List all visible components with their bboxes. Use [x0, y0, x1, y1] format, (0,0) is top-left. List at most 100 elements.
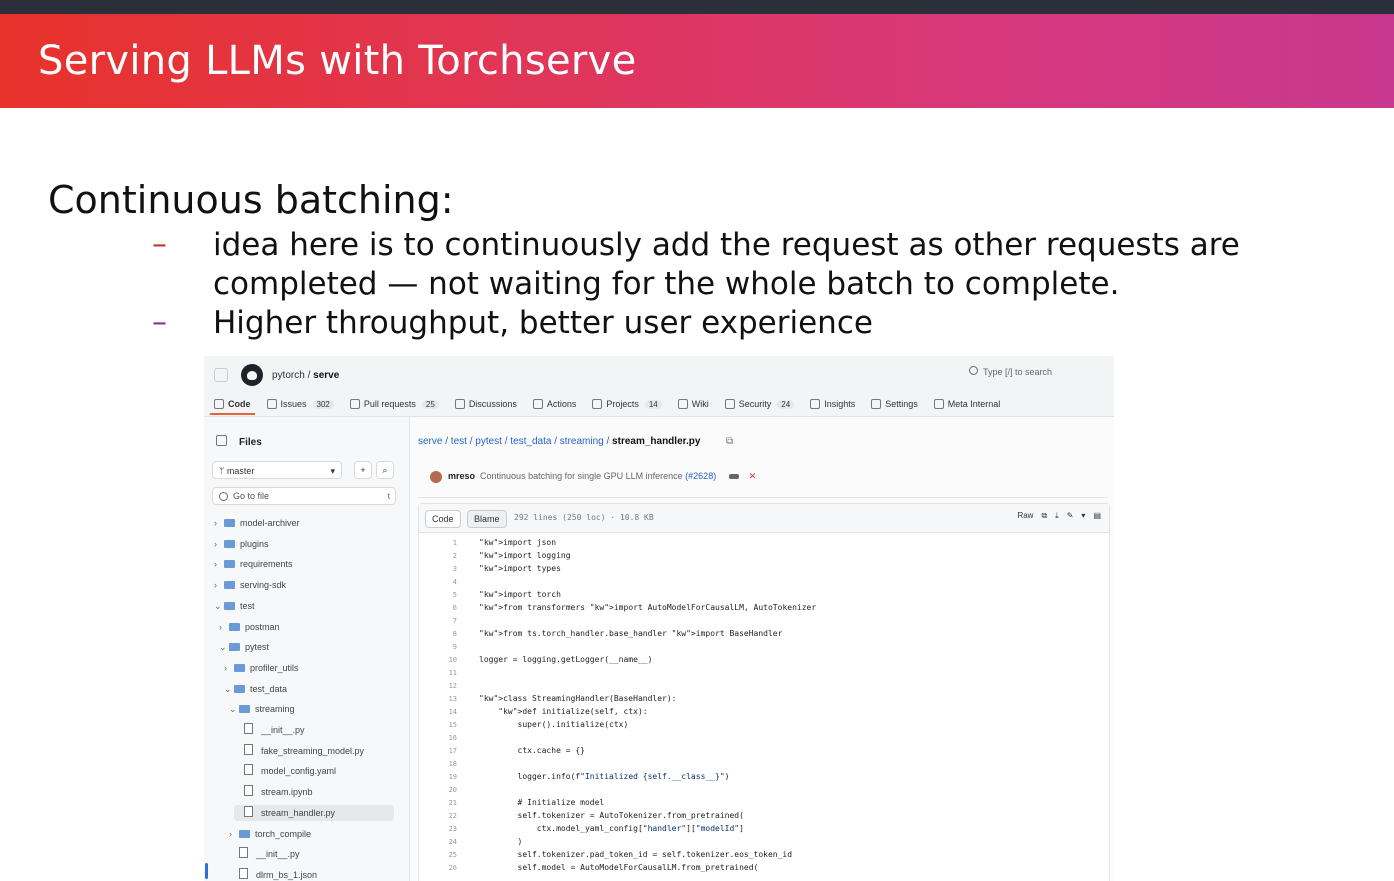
bullet-2: Higher throughput, better user experienc… [213, 305, 873, 341]
line-number[interactable]: 2 [427, 552, 457, 560]
blame-tab[interactable]: Blame [467, 510, 507, 528]
tab-settings[interactable]: Settings [871, 399, 918, 409]
tab-discussions[interactable]: Discussions [454, 399, 517, 409]
tree-file[interactable]: __init__.py [229, 846, 300, 862]
tree-item-label: pytest [245, 642, 270, 653]
line-number[interactable]: 18 [427, 760, 457, 768]
line-number[interactable]: 21 [427, 799, 457, 807]
branch-selector[interactable]: ᛘ master ▾ [212, 461, 342, 479]
line-number[interactable]: 9 [427, 643, 457, 651]
tree-folder[interactable]: › serving-sdk [214, 577, 286, 593]
tree-folder[interactable]: › model-archiver [214, 515, 300, 531]
breadcrumb-link[interactable]: pytest [475, 436, 502, 447]
repo-path[interactable]: pytorch / serve [272, 370, 339, 381]
symbols-panel-icon[interactable]: ▤ [1093, 511, 1101, 521]
tree-file[interactable]: model_config.yaml [234, 763, 336, 779]
tree-folder[interactable]: › postman [219, 619, 280, 635]
breadcrumb-link[interactable]: streaming [560, 436, 604, 447]
line-number[interactable]: 22 [427, 812, 457, 820]
tree-folder[interactable]: ⌄ test [214, 598, 255, 614]
line-number[interactable]: 17 [427, 747, 457, 755]
go-to-file-input[interactable]: Go to file t [212, 487, 396, 505]
tab-label: Projects [606, 399, 639, 409]
line-number[interactable]: 1 [427, 539, 457, 547]
tree-file[interactable]: __init__.py [234, 722, 305, 738]
tree-folder[interactable]: › plugins [214, 536, 269, 552]
search-box[interactable]: Type [/] to search [969, 366, 1109, 382]
tree-file[interactable]: dlrm_bs_1.json [229, 867, 317, 881]
sidebar-toggle-icon[interactable] [216, 435, 227, 446]
line-number[interactable]: 26 [427, 864, 457, 872]
github-logo-icon[interactable] [241, 364, 263, 386]
tab-actions[interactable]: Actions [532, 399, 577, 409]
more-icon[interactable] [728, 474, 739, 479]
line-number[interactable]: 11 [427, 669, 457, 677]
breadcrumb-link[interactable]: test_data [510, 436, 551, 447]
tab-meta-internal[interactable]: Meta Internal [933, 399, 1000, 409]
tree-folder[interactable]: › profiler_utils [224, 660, 299, 676]
tab-code[interactable]: Code [210, 399, 254, 415]
tab-insights[interactable]: Insights [810, 399, 855, 409]
raw-button[interactable]: Raw [1017, 511, 1033, 521]
line-number[interactable]: 16 [427, 734, 457, 742]
avatar[interactable] [430, 471, 442, 483]
tree-file[interactable]: stream.ipynb [234, 784, 313, 800]
line-number[interactable]: 7 [427, 617, 457, 625]
line-number[interactable]: 20 [427, 786, 457, 794]
slide-heading: Continuous batching: [48, 178, 454, 222]
line-number[interactable]: 23 [427, 825, 457, 833]
tab-label: Actions [546, 399, 577, 409]
line-number[interactable]: 3 [427, 565, 457, 573]
tree-folder[interactable]: › torch_compile [229, 826, 311, 842]
line-number[interactable]: 10 [427, 656, 457, 664]
line-number[interactable]: 5 [427, 591, 457, 599]
tab-issues[interactable]: Issues 302 [266, 399, 334, 409]
tab-label: Insights [824, 399, 856, 409]
line-number[interactable]: 13 [427, 695, 457, 703]
files-title: Files [239, 437, 262, 448]
file-meta: 292 lines (250 loc) · 10.8 KB [514, 513, 654, 522]
copy-icon[interactable]: ⧉ [1041, 511, 1047, 521]
line-number[interactable]: 12 [427, 682, 457, 690]
download-icon[interactable]: ⤓ [1055, 511, 1059, 521]
line-number[interactable]: 8 [427, 630, 457, 638]
line-number[interactable]: 4 [427, 578, 457, 586]
branch-name: master [226, 466, 255, 476]
menu-icon[interactable] [214, 368, 228, 382]
line-number[interactable]: 19 [427, 773, 457, 781]
tab-projects[interactable]: Projects 14 [592, 399, 662, 409]
tab-icon [454, 399, 465, 409]
code-tab[interactable]: Code [425, 510, 461, 528]
tab-pull-requests[interactable]: Pull requests 25 [349, 399, 439, 409]
chevron-down-icon[interactable]: ▾ [1081, 511, 1085, 521]
folder-icon [224, 560, 235, 569]
bullet-dash: – [152, 305, 167, 340]
line-number[interactable]: 25 [427, 851, 457, 859]
commit-message[interactable]: Continuous batching for single GPU LLM i… [480, 471, 683, 481]
search-files-button[interactable]: ⌕ [376, 461, 394, 479]
tree-file[interactable]: fake_streaming_model.py [234, 743, 364, 759]
edit-icon[interactable]: ✎ [1067, 511, 1074, 521]
add-file-button[interactable]: + [354, 461, 372, 479]
tab-wiki[interactable]: Wiki [677, 399, 709, 409]
line-number[interactable]: 24 [427, 838, 457, 846]
line-number[interactable]: 6 [427, 604, 457, 612]
tree-folder[interactable]: › requirements [214, 556, 293, 572]
breadcrumb-link[interactable]: test [451, 436, 467, 447]
tree-folder[interactable]: ⌄ streaming [229, 701, 295, 717]
line-number[interactable]: 15 [427, 721, 457, 729]
tab-security[interactable]: Security 24 [724, 399, 795, 409]
tree-folder[interactable]: ⌄ pytest [219, 639, 269, 655]
repo-name[interactable]: serve [313, 370, 339, 381]
tree-folder[interactable]: ⌄ test_data [224, 681, 287, 697]
folder-icon [239, 705, 250, 714]
failed-check-icon[interactable]: ✕ [749, 471, 757, 481]
copy-path-icon[interactable]: ⧉ [726, 436, 733, 447]
repo-owner[interactable]: pytorch [272, 370, 305, 381]
breadcrumb-link[interactable]: serve [418, 436, 442, 447]
line-number[interactable]: 14 [427, 708, 457, 716]
commit-pr-link[interactable]: (#2628) [685, 471, 716, 481]
commit-author[interactable]: mreso [448, 471, 475, 481]
code-viewer: Code Blame 292 lines (250 loc) · 10.8 KB… [418, 503, 1110, 881]
tree-file[interactable]: stream_handler.py [234, 804, 394, 821]
